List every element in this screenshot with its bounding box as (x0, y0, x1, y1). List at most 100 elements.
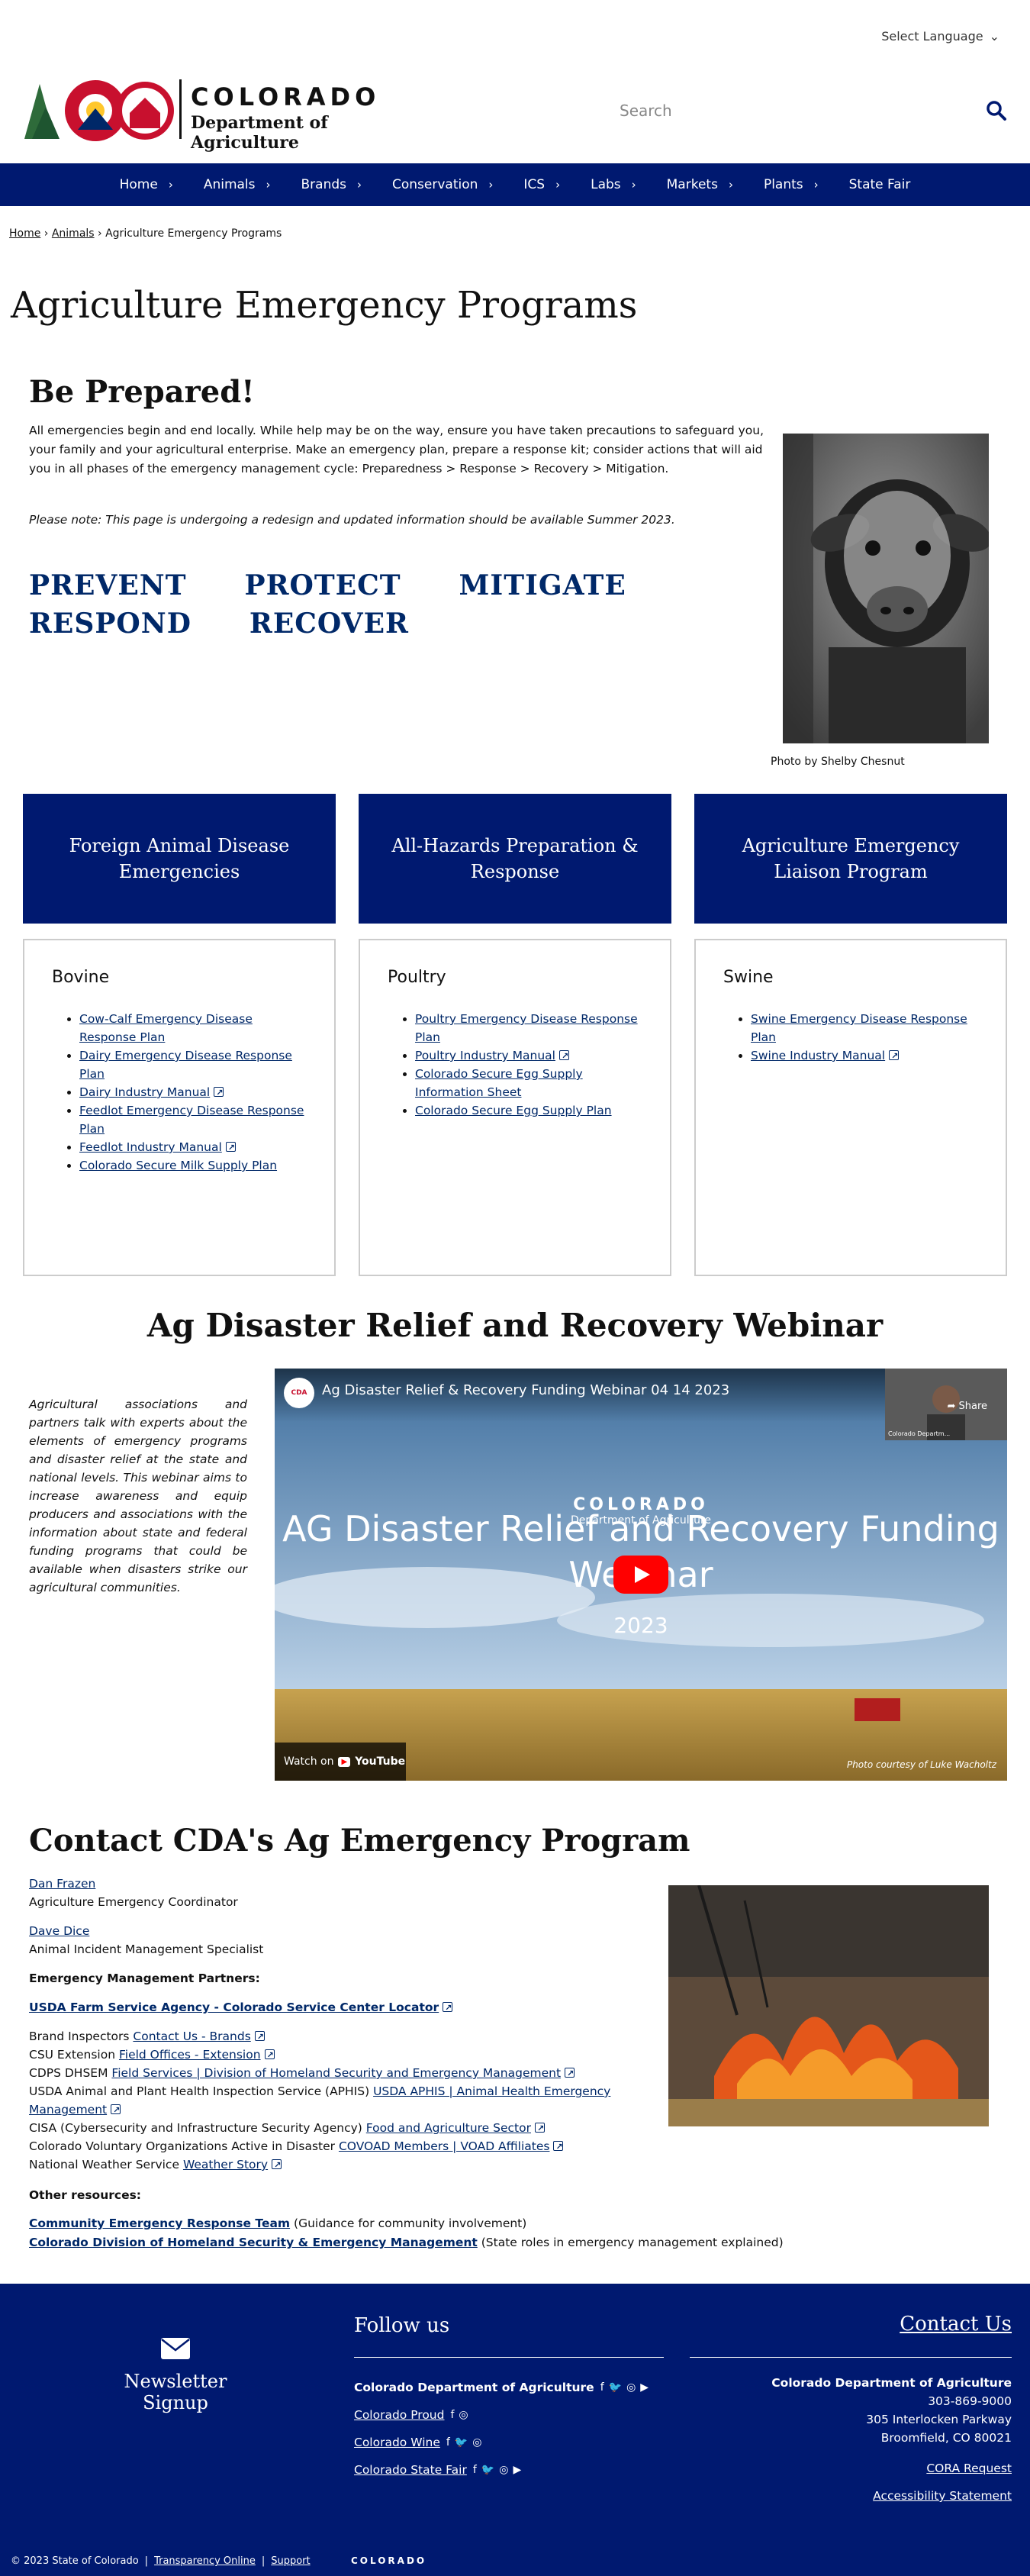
link-feedlot-manual[interactable]: Feedlot Industry Manual (79, 1140, 222, 1154)
partner-prefix: Brand Inspectors (29, 2030, 130, 2043)
site-footer: Newsletter Signup Follow us Colorado Dep… (0, 2284, 1030, 2576)
link-cert[interactable]: Community Emergency Response Team (29, 2217, 290, 2230)
swine-card: Swine Swine Emergency Disease Response P… (694, 939, 1007, 1276)
partner-prefix: National Weather Service (29, 2158, 179, 2171)
video-year: 2023 (613, 1613, 668, 1638)
nav-label: ICS (523, 177, 546, 192)
nav-label: State Fair (848, 177, 911, 192)
social-links: Colorado Department of Agriculture f 🐦 ◎ ▶ … (354, 2374, 649, 2484)
search-bar[interactable]: Search (610, 92, 1007, 130)
facebook-icon[interactable]: f (450, 2401, 454, 2429)
link-secure-milk[interactable]: Colorado Secure Milk Supply Plan (79, 1159, 277, 1172)
contact-us-link[interactable]: Contact Us (900, 2313, 1012, 2336)
program-all-hazards[interactable]: All-Hazards Preparation & Response (359, 794, 671, 924)
share-button[interactable]: ➦ Share (947, 1401, 987, 1412)
nav-item-state-fair[interactable]: State Fair (834, 177, 926, 192)
video-player[interactable]: CDA Ag Disaster Relief & Recovery Fundin… (275, 1369, 1007, 1781)
channel-avatar[interactable]: CDA (284, 1378, 314, 1408)
facebook-icon[interactable]: f (473, 2456, 477, 2484)
link-brands-contact[interactable]: Contact Us - Brands (133, 2030, 250, 2043)
link-cisa-food-ag[interactable]: Food and Agriculture Sector (366, 2121, 531, 2135)
link-poultry-plan[interactable]: Poultry Emergency Disease Response Plan (415, 1012, 638, 1044)
support-link[interactable]: Support (271, 2555, 310, 2567)
instagram-icon[interactable]: ◎ (499, 2456, 508, 2484)
list-item: Colorado Secure Egg Supply Plan (415, 1101, 642, 1120)
link-swine-plan[interactable]: Swine Emergency Disease Response Plan (751, 1012, 967, 1044)
footer-org: Colorado Department of Agriculture (771, 2376, 1012, 2390)
nav-item-plants[interactable]: Plants › (748, 177, 834, 192)
nav-item-conservation[interactable]: Conservation › (377, 177, 508, 192)
social-colorado-wine[interactable]: Colorado Wine (354, 2429, 440, 2456)
site-header: COLORADO Department of Agriculture Searc… (0, 69, 1030, 160)
link-feedlot-plan[interactable]: Feedlot Emergency Disease Response Plan (79, 1104, 304, 1136)
instagram-icon[interactable]: ◎ (472, 2429, 481, 2456)
accessibility-link[interactable]: Accessibility Statement (873, 2489, 1012, 2503)
facebook-icon[interactable]: f (446, 2429, 450, 2456)
newsletter-signup[interactable]: Newsletter Signup (92, 2337, 259, 2413)
link-dairy-manual[interactable]: Dairy Industry Manual (79, 1085, 210, 1099)
link-egg-plan[interactable]: Colorado Secure Egg Supply Plan (415, 1104, 612, 1117)
card-title: Swine (723, 968, 774, 987)
cora-request-link[interactable]: CORA Request (926, 2462, 1012, 2475)
youtube-icon[interactable]: ▶ (513, 2456, 521, 2484)
nav-item-markets[interactable]: Markets › (652, 177, 748, 192)
contact-dan-frazen[interactable]: Dan Frazen (29, 1877, 95, 1891)
nav-item-animals[interactable]: Animals › (188, 177, 286, 192)
contact-dave-dice[interactable]: Dave Dice (29, 1924, 89, 1938)
twitter-icon[interactable]: 🐦 (481, 2456, 494, 2484)
search-icon[interactable] (986, 100, 1007, 121)
instagram-icon[interactable]: ◎ (626, 2374, 636, 2401)
video-title[interactable]: Ag Disaster Relief & Recovery Funding We… (322, 1382, 729, 1398)
nav-item-ics[interactable]: ICS › (508, 177, 575, 192)
link-poultry-manual[interactable]: Poultry Industry Manual (415, 1049, 555, 1062)
contact-role: Agriculture Emergency Coordinator (29, 1895, 238, 1909)
phases-list: PREVENT PROTECT MITIGATE RESPOND RECOVER (29, 569, 731, 640)
link-extension-offices[interactable]: Field Offices - Extension (119, 2048, 261, 2062)
language-selector[interactable]: Select Language ⌄ (881, 29, 999, 44)
search-input[interactable]: Search (620, 102, 672, 120)
youtube-icon[interactable]: ▶ (640, 2374, 649, 2401)
program-foreign-animal-disease[interactable]: Foreign Animal Disease Emergencies (23, 794, 336, 924)
social-cda[interactable]: Colorado Department of Agriculture (354, 2374, 594, 2401)
share-label: Share (958, 1401, 987, 1412)
link-fsa-locator[interactable]: USDA Farm Service Agency - Colorado Serv… (29, 2001, 439, 2014)
watch-on-youtube[interactable]: Watch on ▶ YouTube (275, 1743, 406, 1781)
social-state-fair[interactable]: Colorado State Fair (354, 2456, 467, 2484)
breadcrumb-home[interactable]: Home (9, 227, 40, 240)
nav-item-labs[interactable]: Labs › (575, 177, 652, 192)
external-link-icon (264, 2046, 275, 2065)
nav-label: Conservation (392, 177, 478, 192)
footer-address: Colorado Department of Agriculture 303-8… (771, 2374, 1012, 2505)
twitter-icon[interactable]: 🐦 (455, 2429, 468, 2456)
webinar-description: Agricultural associations and partners t… (29, 1398, 247, 1594)
site-logo[interactable]: COLORADO Department of Agriculture (23, 69, 420, 153)
logo-divider (179, 79, 182, 139)
twitter-icon[interactable]: 🐦 (609, 2374, 622, 2401)
breadcrumb-animals[interactable]: Animals (52, 227, 95, 240)
link-cow-calf-plan[interactable]: Cow-Calf Emergency Disease Response Plan (79, 1012, 253, 1044)
social-colorado-proud[interactable]: Colorado Proud (354, 2401, 444, 2429)
link-swine-manual[interactable]: Swine Industry Manual (751, 1049, 885, 1062)
link-dhsem-field-services[interactable]: Field Services | Division of Homeland Se… (111, 2066, 561, 2080)
link-dhsem[interactable]: Colorado Division of Homeland Security &… (29, 2236, 478, 2249)
link-egg-info-sheet[interactable]: Colorado Secure Egg Supply Information S… (415, 1067, 583, 1099)
link-covoad[interactable]: COVOAD Members | VOAD Affiliates (339, 2139, 550, 2153)
breadcrumb: Home › Animals › Agriculture Emergency P… (9, 227, 282, 240)
nav-item-home[interactable]: Home › (105, 177, 188, 192)
facebook-icon[interactable]: f (600, 2374, 604, 2401)
instagram-icon[interactable]: ◎ (459, 2401, 468, 2429)
partner-prefix: CDPS DHSEM (29, 2066, 108, 2080)
nav-label: Labs (591, 177, 621, 192)
nav-item-brands[interactable]: Brands › (286, 177, 378, 192)
main-nav: Home › Animals › Brands › Conservation › ICS… (0, 163, 1030, 206)
photo-credit: Photo by Shelby Chesnut (771, 756, 905, 768)
link-weather-story[interactable]: Weather Story (183, 2158, 268, 2171)
contact-heading: Contact CDA's Ag Emergency Program (29, 1823, 690, 1859)
transparency-link[interactable]: Transparency Online (154, 2555, 256, 2567)
chevron-right-icon: › (357, 178, 362, 192)
link-dairy-plan[interactable]: Dairy Emergency Disease Response Plan (79, 1049, 292, 1081)
program-liaison[interactable]: Agriculture Emergency Liaison Program (694, 794, 1007, 924)
phase-prevent: PREVENT (29, 569, 187, 601)
list-item: Feedlot Emergency Disease Response Plan (79, 1101, 307, 1138)
play-button[interactable] (613, 1556, 668, 1594)
